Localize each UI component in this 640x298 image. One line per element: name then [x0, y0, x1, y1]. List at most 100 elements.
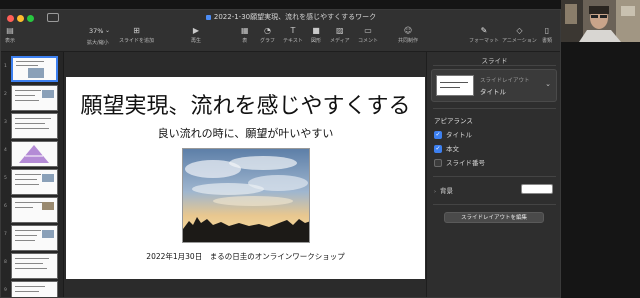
- table-button[interactable]: ▦ 表: [241, 26, 249, 44]
- chevron-down-icon: ⌄: [545, 80, 551, 88]
- thumb-image: [42, 90, 54, 98]
- current-slide[interactable]: 願望実現〟流れを感じやすくする 良い流れの時に、願望が叶いやすい 2022年1月…: [66, 77, 425, 279]
- thumb-line: [15, 286, 45, 287]
- slide-number: 9: [4, 288, 7, 293]
- checkmark-icon: ✓: [434, 145, 442, 153]
- slide-thumbnail-6[interactable]: [11, 197, 58, 223]
- slide-thumbnail-2[interactable]: [11, 85, 58, 111]
- disclosure-chevron-icon: ›: [434, 189, 436, 195]
- checkbox-title[interactable]: ✓ タイトル: [434, 129, 472, 139]
- background-row[interactable]: › 背景: [434, 185, 453, 195]
- keynote-doc-icon: [205, 14, 211, 20]
- thumb-line: [15, 268, 47, 269]
- thumb-image: [42, 202, 54, 210]
- slide-thumbnail-1[interactable]: [11, 56, 58, 82]
- thumb-image: [42, 174, 54, 182]
- background-label: 背景: [440, 187, 453, 195]
- background-color-well[interactable]: [521, 184, 553, 194]
- thumb-line: [15, 95, 35, 96]
- slide-thumbnail-3[interactable]: [11, 113, 58, 139]
- appearance-header: アピアランス: [434, 117, 473, 125]
- chart-icon: ◔: [264, 26, 271, 35]
- thumb-line: [15, 128, 49, 129]
- thumb-line: [15, 263, 43, 264]
- animate-button[interactable]: ◇ アニメーション: [502, 26, 537, 44]
- inspector-tab-slide[interactable]: スライド: [427, 55, 560, 65]
- thumb-line: [15, 174, 41, 175]
- shape-icon: ■: [312, 26, 320, 35]
- edit-slide-layout-button[interactable]: スライドレイアウトを編集: [444, 212, 544, 223]
- shape-button[interactable]: ■ 図形: [311, 26, 321, 44]
- slide-subtitle[interactable]: 良い流れの時に、願望が叶いやすい: [66, 125, 425, 141]
- sidebar-toggle-icon[interactable]: [47, 13, 59, 22]
- slide-number: 5: [4, 176, 7, 181]
- layout-name: タイトル: [480, 88, 506, 96]
- play-icon: ▶: [192, 26, 200, 35]
- thumb-line: [15, 184, 39, 185]
- divider: [433, 204, 556, 205]
- slide-thumbnail-8[interactable]: [11, 253, 58, 279]
- document-icon: ▯: [544, 26, 550, 35]
- thumb-line: [15, 100, 39, 101]
- sky-photo-image: [183, 149, 309, 242]
- thumb-line: [440, 87, 460, 88]
- table-icon: ▦: [241, 26, 249, 35]
- slide-thumbnail-7[interactable]: [11, 225, 58, 251]
- close-window-button[interactable]: [7, 15, 14, 22]
- add-slide-button[interactable]: ⊞ スライドを追加: [119, 26, 154, 44]
- media-button[interactable]: ▨ メディア: [330, 26, 350, 44]
- document-button[interactable]: ▯ 書類: [542, 26, 552, 44]
- document-title: 2022-1-30願望実現、流れを感じやすくするワーク: [161, 12, 421, 22]
- comment-button[interactable]: ▭ コメント: [358, 26, 378, 44]
- view-button[interactable]: ▤ 表示: [5, 26, 15, 44]
- play-button[interactable]: ▶ 再生: [191, 26, 201, 44]
- slide-date-line[interactable]: 2022年1月30日 まるの日圭のオンラインワークショップ: [66, 251, 425, 262]
- zoom-chevron-icon[interactable]: ⌄: [105, 26, 110, 37]
- text-icon: T: [290, 26, 296, 35]
- comment-icon: ▭: [364, 26, 372, 35]
- slide-thumbnail-9[interactable]: [11, 281, 58, 297]
- thumb-image: [28, 68, 44, 78]
- chart-button[interactable]: ◔ グラフ: [260, 26, 275, 44]
- thumb-line: [440, 82, 468, 83]
- zoom-value[interactable]: 37%: [89, 27, 103, 35]
- thumb-image: [42, 230, 54, 238]
- webcam-video-feed: [561, 0, 640, 42]
- slide-title[interactable]: 願望実現〟流れを感じやすくする: [66, 88, 425, 120]
- keynote-window: 2022-1-30願望実現、流れを感じやすくするワーク ▤ 表示 37% ⌄ 拡…: [0, 9, 561, 298]
- checkbox-slide-number[interactable]: スライド番号: [434, 157, 485, 167]
- collaborate-icon: ☺: [403, 26, 413, 35]
- format-inspector: スライド スライドレイアウト タイトル ⌄ アピアランス ✓ タイトル ✓ 本文 ス: [426, 52, 560, 297]
- thumb-line: [15, 207, 33, 208]
- thumb-line: [15, 118, 51, 119]
- pyramid-thumb-icon: [19, 145, 49, 163]
- format-brush-icon: ✎: [480, 26, 488, 35]
- webcam-image: [561, 0, 640, 42]
- slide-number: 4: [4, 148, 7, 153]
- slide-number: 6: [4, 204, 7, 209]
- slide-layout-selector[interactable]: スライドレイアウト タイトル ⌄: [431, 69, 557, 102]
- slide-number: 7: [4, 232, 7, 237]
- thumb-line: [15, 240, 35, 241]
- unchecked-box-icon: [434, 159, 442, 167]
- text-button[interactable]: T テキスト: [283, 26, 303, 44]
- slide-thumbnail-5[interactable]: [11, 169, 58, 195]
- thumb-line: [15, 202, 43, 203]
- collaborate-button[interactable]: ☺ 共同制作: [398, 26, 418, 44]
- slide-thumbnail-4[interactable]: [11, 141, 58, 167]
- slide-number: 1: [4, 64, 7, 69]
- format-button[interactable]: ✎ フォーマット: [469, 26, 499, 44]
- maximize-window-button[interactable]: [27, 15, 34, 22]
- minimize-window-button[interactable]: [17, 15, 24, 22]
- slide-canvas: 願望実現〟流れを感じやすくする 良い流れの時に、願望が叶いやすい 2022年1月…: [64, 52, 426, 297]
- animate-icon: ◇: [516, 26, 523, 35]
- thumb-line: [16, 61, 44, 62]
- slide-navigator: 1 2 3 4 5 6 7 8 9: [1, 52, 64, 297]
- thumb-line: [15, 235, 37, 236]
- layout-caption: スライドレイアウト: [480, 78, 530, 84]
- thumb-line: [15, 291, 39, 292]
- thumb-line: [15, 258, 49, 259]
- layout-thumbnail: [436, 75, 474, 96]
- checkbox-body[interactable]: ✓ 本文: [434, 143, 459, 153]
- sky-photo[interactable]: [182, 148, 310, 243]
